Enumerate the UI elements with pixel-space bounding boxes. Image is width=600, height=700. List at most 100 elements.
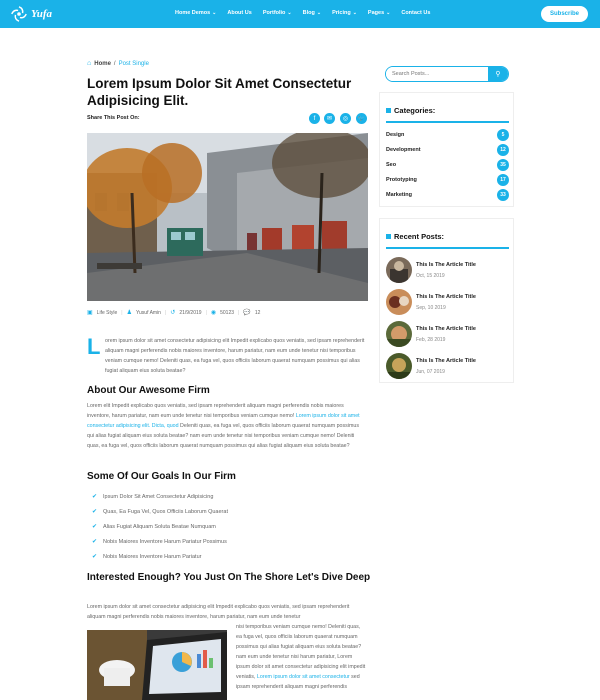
recent-post-title: This Is The Article Title [416,293,476,300]
recent-post-item[interactable]: This Is The Article Title Oct, 15 2019 [386,257,476,283]
share-label: Share This Post On: [87,115,140,121]
search-input[interactable] [386,67,488,81]
category-name: Marketing [386,192,412,198]
nav-portfolio[interactable]: Portfolio ⌄ [263,10,292,16]
category-count-badge: 5 [497,129,509,141]
brand-name: Yufa [31,8,52,20]
nav-label: Pages [367,10,385,16]
meta-author[interactable]: Yusuf Amin [136,310,161,316]
chevron-down-icon: ⌄ [352,10,357,16]
list-item: ✔ Nobis Maiores Inventore Harum Pariatur [92,549,228,564]
meta-category[interactable]: Life Style [97,310,118,316]
recent-post-item[interactable]: This Is The Article Title Jun, 07 2019 [386,353,476,379]
intro-paragraph: orem ipsum dolor sit amet consectetur ad… [105,338,365,374]
category-count-badge: 12 [497,144,509,156]
breadcrumb-home-link[interactable]: Home [94,61,111,67]
brand-logo[interactable]: Yufa [10,5,52,23]
goals-list: ✔ Ipsum Dolor Sit Amet Consectetur Adipis… [92,489,228,564]
recent-post-title: This Is The Article Title [416,261,476,268]
list-item: ✔ Quas, Ea Fuga Vel, Quos Officiis Laboru… [92,504,228,519]
category-name: Prototyping [386,177,417,183]
category-name: Development [386,147,421,153]
eye-icon: ◉ [210,310,217,316]
recent-post-date: Jun, 07 2019 [416,368,445,375]
chevron-down-icon: ⌄ [212,10,217,16]
list-item: ✔ Ipsum Dolor Sit Amet Consectetur Adipis… [92,489,228,504]
check-icon: ✔ [92,539,98,545]
nav-blog[interactable]: Blog ⌄ [303,10,321,16]
street-scene-illustration [87,133,368,301]
nav-pages[interactable]: Pages ⌄ [368,10,390,16]
nav-label: Blog [302,10,315,16]
post-thumbnail [386,257,412,283]
widget-underline [386,121,509,123]
user-icon: ♟ [126,310,132,316]
category-item[interactable]: Seo 35 [386,159,509,171]
check-icon: ✔ [92,494,98,500]
search-box: ⚲ [385,66,509,82]
list-item-text: Ipsum Dolor Sit Amet Consectetur Adipisi… [103,493,214,500]
meta-divider: | [121,309,123,316]
list-item-text: Nobis Maiores Inventore Harum Pariatur [103,553,202,560]
category-name: Design [386,132,405,138]
meta-views: 50123 [220,309,235,316]
nav-label: Pricing [332,10,351,16]
dive-paragraph: Lorem ipsum dolor sit amet consectetur a… [87,604,350,620]
section-heading-firm: About Our Awesome Firm [87,385,210,396]
widget-title-text: Categories: [394,106,436,115]
list-item-text: Nobis Maiores Inventore Harum Pariatur P… [103,538,227,545]
category-item[interactable]: Prototyping 17 [386,174,509,186]
recent-posts-widget: Recent Posts: This Is The Article Title O… [379,218,514,383]
list-item: ✔ Alias Fugiat Aliquam Soluta Beatae Numq… [92,519,228,534]
instagram-icon[interactable]: ◎ [340,113,351,124]
widget-title: Categories: [386,106,435,115]
meta-divider: | [205,309,207,316]
breadcrumb-current: Post Single [118,60,149,67]
dive-inline-link[interactable]: Lorem ipsum dolor sit amet consectetur [257,674,350,680]
nav-contact-us[interactable]: Contact Us [401,10,430,16]
laptop-chart-image [87,630,227,700]
square-bullet-icon [386,234,391,239]
category-count-badge: 17 [497,174,509,186]
post-thumbnail [386,353,412,379]
meta-comments[interactable]: 12 [255,310,261,316]
nav-home-demos[interactable]: Home Demos ⌄ [175,10,216,16]
subscribe-button[interactable]: Subscribe [541,6,588,22]
list-item-text: Alias Fugiat Aliquam Soluta Beatae Numqu… [103,523,216,530]
nav-about-us[interactable]: About Us [227,10,251,16]
check-icon: ✔ [92,524,98,530]
twitter-icon[interactable]: 🐦 [356,113,367,124]
laptop-illustration [87,630,227,700]
dropcap-letter: L [87,334,101,359]
categories-widget: Categories: Design 5 Development 12 Seo 35 … [379,92,514,207]
main-menu: Home Demos ⌄ About Us Portfolio ⌄ Blog ⌄ Pr… [175,10,441,16]
chevron-down-icon: ⌄ [316,10,322,16]
category-name: Seo [386,162,397,168]
folder-icon: ▣ [87,310,93,316]
widget-underline [386,247,509,249]
nav-label: About Us [227,10,252,16]
nav-pricing[interactable]: Pricing ⌄ [332,10,357,16]
dive-side-text-a: nisi temporibus veniam cumque nemo! Dele… [236,624,366,680]
category-item[interactable]: Design 5 [386,129,509,141]
meta-divider: | [164,309,167,316]
top-navbar: Yufa Home Demos ⌄ About Us Portfolio ⌄ Blo… [0,0,600,28]
firm-paragraph: Lorem elit Impedit explicabo quos veniat… [87,401,367,451]
nav-label: Home Demos [175,10,211,16]
facebook-icon[interactable]: f [309,113,320,124]
recent-post-date: Oct, 15 2019 [416,272,445,279]
category-item[interactable]: Development 12 [386,144,509,156]
post-thumbnail [386,289,412,315]
recent-post-item[interactable]: This Is The Article Title Sep, 10 2019 [386,289,476,315]
chevron-down-icon: ⌄ [287,10,292,16]
nav-label: Portfolio [262,10,286,16]
post-title: Lorem Ipsum Dolor Sit Amet Consectetur A… [87,76,352,108]
category-item[interactable]: Marketing 33 [386,189,509,201]
search-button[interactable]: ⚲ [488,67,508,81]
section-heading-dive: Interested Enough? You Just On The Shore… [87,572,371,583]
recent-post-item[interactable]: This Is The Article Title Feb, 28 2019 [386,321,476,347]
post-featured-image [87,133,368,301]
history-icon: ↺ [170,310,176,316]
meta-date: 21/9/2019 [179,309,202,316]
email-icon[interactable]: ✉ [324,113,335,124]
